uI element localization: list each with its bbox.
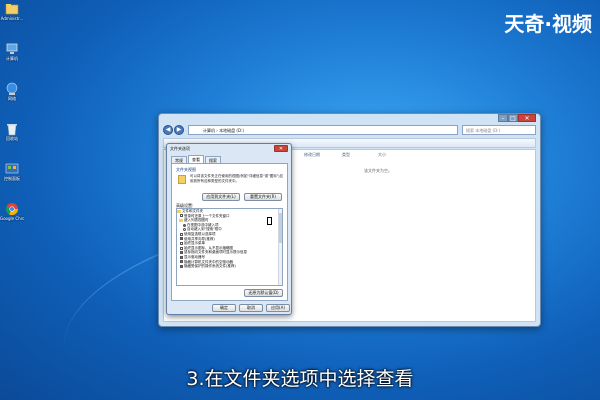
column-header-date[interactable]: 修改日期: [304, 152, 320, 158]
desktop-icon-label: Google Chrome: [0, 216, 24, 221]
column-header-size[interactable]: 大小: [378, 152, 386, 158]
advanced-items-container: 文件和文件夹 登录时还原上一个文件夹窗口 键入列表视图时 在视图中选中键入项 自动键入到…: [177, 209, 282, 269]
chrome-icon: [5, 203, 18, 216]
desktop-icon-label: 计算机: [6, 56, 18, 61]
folder-options-dialog: 文件夹选项 ✕ 常规 查看 搜索 文件夹视图 可以将该文件夹正在使用的视图(例如…: [166, 143, 292, 315]
folder-mini-icon: [179, 218, 183, 222]
checkbox[interactable]: [180, 260, 183, 264]
video-caption: 3.在文件夹选项中选择查看: [186, 368, 414, 390]
maximize-button[interactable]: □: [508, 114, 518, 122]
desktop-icon-label: Administr...: [0, 16, 24, 21]
radio-button[interactable]: [183, 228, 186, 232]
desktop-icon-control-panel[interactable]: 控制面板: [0, 162, 24, 182]
column-header-type[interactable]: 类型: [342, 152, 350, 158]
apply-to-folders-button[interactable]: 应用到文件夹(L): [202, 193, 240, 201]
radio-button[interactable]: [183, 223, 186, 227]
recycle-bin-icon: [7, 124, 17, 136]
advanced-setting-item[interactable]: 隐藏受保护的操作系统文件(推荐): [177, 264, 282, 269]
forward-button[interactable]: ▶: [174, 125, 184, 135]
empty-folder-message: 该文件夹为空。: [364, 168, 392, 173]
computer-icon: [6, 43, 18, 54]
folder-views-description: 可以将该文件夹正在使用的视图(例如"详细信息"或"图标")应用到所有这种类型的文…: [190, 174, 284, 183]
folder-views-label: 文件夹视图: [176, 167, 196, 172]
desktop-icon-label: 网络: [8, 96, 16, 101]
tab-search[interactable]: 搜索: [205, 156, 221, 163]
mouse-cursor: [267, 217, 272, 225]
dialog-title: 文件夹选项: [170, 146, 190, 151]
checkbox[interactable]: [180, 237, 183, 241]
user-folder-icon: [5, 4, 19, 15]
scroll-thumb[interactable]: [279, 213, 282, 243]
advanced-settings-list[interactable]: 文件和文件夹 登录时还原上一个文件夹窗口 键入列表视图时 在视图中选中键入项 自动键入到…: [176, 208, 283, 286]
dialog-close-button[interactable]: ✕: [274, 145, 288, 152]
view-tab-page: 文件夹视图 可以将该文件夹正在使用的视图(例如"详细信息"或"图标")应用到所有…: [171, 163, 288, 301]
apply-button[interactable]: 应用(A): [266, 304, 290, 312]
desktop-icon-recycle-bin[interactable]: 回收站: [0, 122, 24, 142]
advanced-list-scrollbar[interactable]: [278, 209, 282, 285]
tab-general[interactable]: 常规: [171, 156, 187, 163]
advanced-setting-label: 隐藏受保护的操作系统文件(推荐): [184, 264, 236, 269]
folder-views-icon: [178, 175, 186, 184]
restore-defaults-button[interactable]: 还原为默认值(D): [244, 289, 283, 297]
folder-mini-icon: [177, 209, 181, 213]
explorer-titlebar: – □ ✕: [159, 114, 540, 124]
search-input[interactable]: 搜索 本地磁盘 (D:): [462, 125, 536, 135]
reset-folders-button[interactable]: 重置文件夹(R): [244, 193, 282, 201]
desktop-icon-computer[interactable]: 计算机: [0, 42, 24, 62]
ok-button[interactable]: 确定: [212, 304, 236, 312]
back-button[interactable]: ◀: [163, 125, 173, 135]
checkbox[interactable]: [180, 232, 183, 236]
checkbox[interactable]: [180, 264, 183, 268]
checkbox[interactable]: [180, 246, 183, 250]
network-icon: [6, 82, 18, 95]
desktop-icon-chrome[interactable]: Google Chrome: [0, 202, 24, 222]
checkbox[interactable]: [180, 251, 183, 255]
desktop-icon-label: 回收站: [6, 136, 18, 141]
window-controls: – □ ✕: [498, 114, 536, 122]
minimize-button[interactable]: –: [498, 114, 508, 122]
checkbox[interactable]: [180, 214, 183, 218]
watermark-logo: 天奇·视频: [504, 12, 592, 36]
cancel-button[interactable]: 取消: [239, 304, 263, 312]
desktop-icon-user-folder[interactable]: Administr...: [0, 2, 24, 22]
checkbox[interactable]: [180, 241, 183, 245]
address-bar[interactable]: 计算机 › 本地磁盘 (D:): [188, 125, 458, 135]
control-panel-icon: [5, 163, 19, 174]
desktop-icon-network[interactable]: 网络: [0, 82, 24, 102]
address-row: ◀ ▶ 计算机 › 本地磁盘 (D:) 搜索 本地磁盘 (D:): [163, 124, 536, 136]
desktop-icon-label: 控制面板: [4, 176, 20, 181]
checkbox[interactable]: [180, 255, 183, 259]
close-button[interactable]: ✕: [518, 114, 536, 122]
tab-view[interactable]: 查看: [188, 155, 204, 163]
